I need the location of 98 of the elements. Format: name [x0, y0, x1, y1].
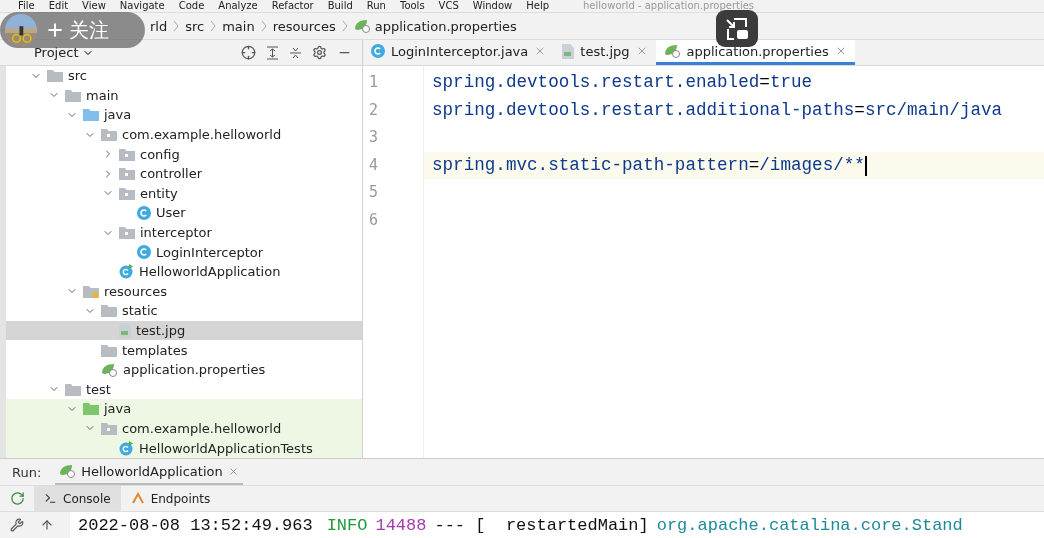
tree-item[interactable]: config	[6, 144, 362, 164]
tree-item[interactable]: entity	[6, 183, 362, 204]
breadcrumb-item[interactable]: src	[185, 18, 205, 34]
folder-icon	[119, 186, 135, 200]
breadcrumb-item[interactable]: rld	[150, 18, 168, 34]
menu-item[interactable]: Refactor	[271, 0, 314, 12]
editor-tab[interactable]: test.jpg	[554, 40, 656, 65]
tree-item[interactable]: test	[6, 379, 362, 400]
menu-item[interactable]: Code	[178, 0, 205, 12]
console-tab[interactable]: Console	[34, 486, 121, 511]
line-number: 5	[368, 182, 380, 204]
class-icon	[119, 264, 134, 280]
tree-item[interactable]: HelloworldApplication	[6, 261, 362, 282]
leaf-icon	[59, 464, 77, 478]
endpoints-icon	[130, 492, 145, 505]
menu-item[interactable]: Edit	[48, 0, 69, 12]
settings-icon[interactable]	[312, 45, 327, 60]
class-icon	[371, 44, 385, 58]
menu-item[interactable]: Analyze	[218, 0, 258, 12]
tree-item[interactable]: interceptor	[6, 222, 362, 243]
folder-icon	[119, 226, 135, 240]
line-number: 1	[368, 72, 380, 93]
tree-item[interactable]: controller	[6, 163, 362, 184]
scroll-up-icon[interactable]	[40, 518, 54, 532]
menu-item[interactable]: Navigate	[119, 0, 165, 12]
folder-icon	[65, 382, 81, 396]
class-icon	[137, 205, 151, 220]
tree-item[interactable]: com.example.helloworld	[6, 124, 362, 145]
menu-item[interactable]: Run	[366, 0, 386, 12]
line-number: 6	[368, 209, 380, 231]
line-number: 4	[368, 154, 380, 176]
tree-item[interactable]: com.example.helloworld	[6, 418, 362, 439]
wrench-icon[interactable]	[10, 518, 24, 532]
image-file-icon	[562, 43, 575, 59]
menu-item[interactable]: VCS	[438, 0, 459, 12]
chevron-right-icon	[210, 19, 217, 33]
folder-icon	[101, 343, 117, 357]
tree-item[interactable]: User	[6, 203, 362, 223]
chevron-right-icon	[173, 19, 180, 33]
tree-item[interactable]: static	[6, 301, 362, 321]
chevron-right-icon	[260, 19, 267, 33]
tree-item[interactable]: java	[6, 399, 362, 419]
crosshair-icon[interactable]	[241, 45, 256, 60]
folder-icon	[101, 128, 117, 142]
tree-item[interactable]: HelloworldApplicationTests	[6, 438, 362, 458]
console-tab[interactable]: Endpoints	[120, 486, 221, 511]
breadcrumb-item[interactable]: application.properties	[353, 18, 517, 34]
panel-title[interactable]: Project	[34, 45, 79, 60]
editor-tab[interactable]: LoginInterceptor.java	[363, 40, 555, 65]
class-icon	[119, 440, 134, 456]
image-file-icon	[119, 323, 131, 338]
breadcrumb-item[interactable]: main	[222, 18, 255, 34]
tree-item[interactable]: main	[6, 85, 362, 106]
rerun-icon[interactable]	[9, 491, 25, 506]
tree-item[interactable]: resources	[6, 281, 362, 302]
editor-tab[interactable]: application.properties	[655, 40, 855, 65]
folder-icon	[83, 284, 99, 298]
breadcrumb-item[interactable]: resources	[272, 18, 336, 34]
expand-all-icon[interactable]	[266, 45, 279, 60]
collapse-all-icon[interactable]	[289, 45, 302, 60]
folder-icon	[119, 167, 135, 181]
shrink-icon	[724, 16, 750, 41]
close-icon[interactable]	[227, 465, 239, 477]
line-number: 3	[368, 127, 380, 149]
tree-item[interactable]: templates	[6, 340, 362, 360]
tree-item[interactable]: LoginInterceptor	[6, 242, 362, 262]
tree-item[interactable]: test.jpg	[6, 320, 362, 341]
menu-item[interactable]: View	[82, 0, 106, 12]
text-caret	[864, 155, 867, 176]
tree-item[interactable]: application.properties	[6, 359, 362, 380]
tree-item[interactable]: src	[6, 66, 362, 86]
plus-icon	[45, 20, 65, 40]
menu-item[interactable]: Window	[472, 0, 513, 12]
code-line: spring.devtools.restart.enabled=true	[431, 71, 814, 94]
folder-icon	[83, 402, 99, 416]
leaf-icon	[101, 362, 118, 377]
run-label: Run:	[12, 464, 42, 480]
folder-icon	[101, 304, 117, 318]
folder-icon	[65, 88, 81, 102]
class-icon	[137, 245, 151, 260]
window-title: helloworld - application.properties	[583, 0, 755, 12]
menu-item[interactable]: Help	[526, 0, 550, 12]
menu-item[interactable]: File	[18, 0, 35, 12]
tree-item[interactable]: java	[6, 105, 362, 125]
menu-item[interactable]: Tools	[399, 0, 425, 12]
exit-fullscreen-button[interactable]	[716, 10, 758, 47]
line-number: 2	[368, 99, 380, 121]
chevron-right-icon	[341, 19, 348, 33]
leaf-icon	[353, 19, 371, 33]
leaf-icon	[663, 44, 681, 58]
folder-icon	[101, 422, 117, 435]
folder-icon	[119, 147, 135, 161]
folder-icon	[47, 69, 63, 83]
folder-icon	[83, 108, 99, 122]
log-line: 2022-08-08 13:52:49.963 INFO 14488 --- [ restartedMain] org.apache.catalina.core.Stand	[77, 515, 963, 535]
menu-item[interactable]: Build	[327, 0, 353, 12]
terminal-icon	[44, 492, 57, 505]
code-line: spring.devtools.restart.additional-paths=src/main/java	[431, 98, 1004, 122]
